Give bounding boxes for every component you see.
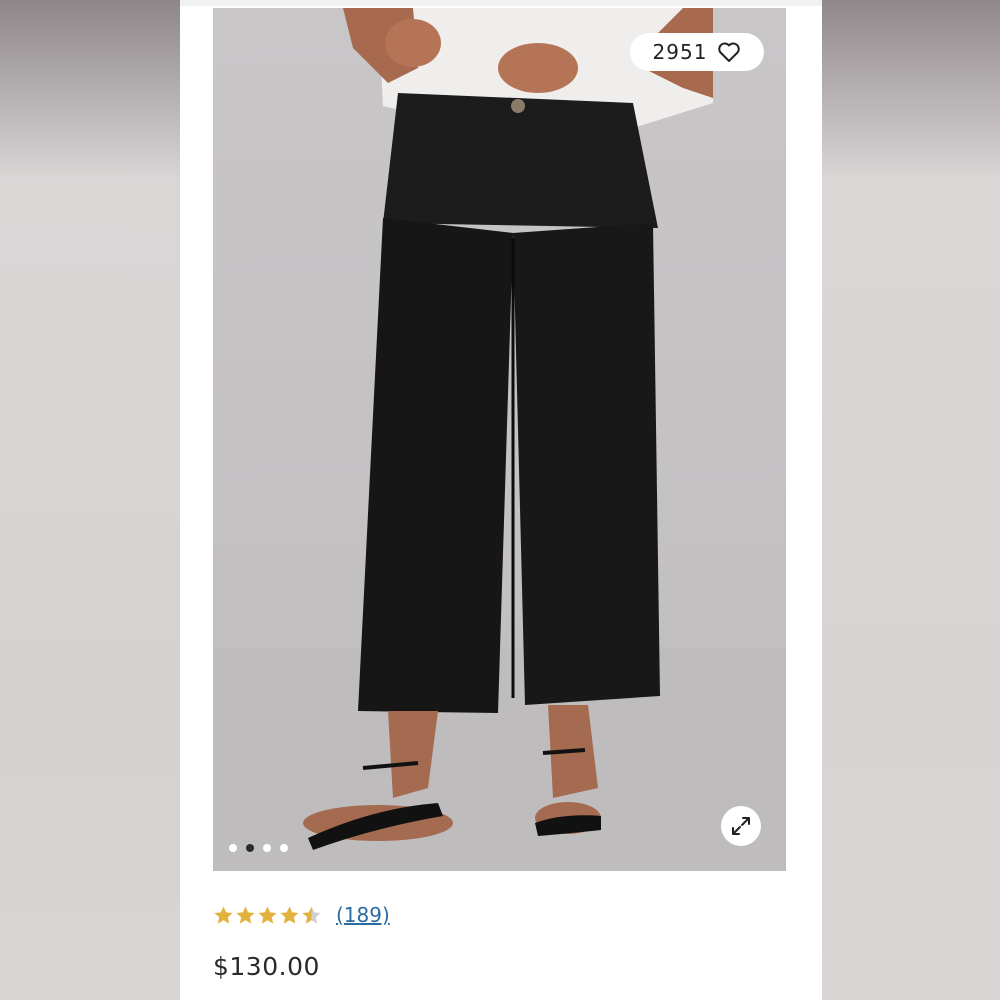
- product-image[interactable]: 2951: [213, 8, 786, 871]
- expand-arrows-icon: [732, 817, 750, 835]
- favorite-count: 2951: [652, 40, 708, 64]
- star-icon: [236, 906, 255, 924]
- top-divider: [180, 0, 822, 6]
- product-photo-illustration: [213, 8, 786, 871]
- left-blur-background: [0, 0, 180, 1000]
- reviews-link[interactable]: (189): [336, 903, 390, 927]
- gallery-dot[interactable]: [246, 844, 254, 852]
- gallery-dot[interactable]: [263, 844, 271, 852]
- favorite-button[interactable]: 2951: [630, 33, 764, 71]
- gallery-pagination: [229, 844, 288, 852]
- right-blur-background: [820, 0, 1000, 1000]
- star-icon: [302, 906, 321, 924]
- gallery-dot[interactable]: [280, 844, 288, 852]
- star-icon: [214, 906, 233, 924]
- star-icon: [280, 906, 299, 924]
- gallery-dot[interactable]: [229, 844, 237, 852]
- expand-image-button[interactable]: [721, 806, 761, 846]
- heart-outline-icon: [718, 42, 741, 62]
- product-page: 2951 (189) $130.00: [180, 0, 822, 1000]
- product-price: $130.00: [213, 952, 320, 981]
- rating-stars: [213, 905, 322, 926]
- product-rating: (189): [213, 900, 390, 930]
- star-icon: [258, 906, 277, 924]
